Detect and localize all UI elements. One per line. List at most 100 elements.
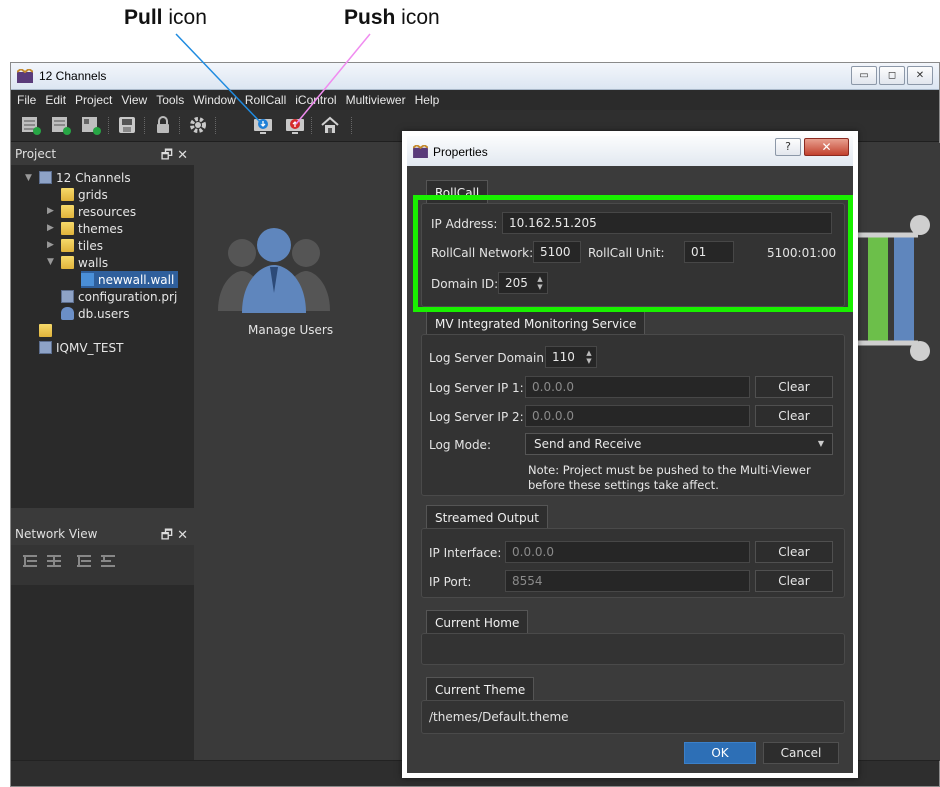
folder-icon: [61, 239, 74, 252]
menu-help[interactable]: Help: [415, 93, 440, 107]
ip-port-label: IP Port:: [429, 575, 472, 589]
config-file-icon: [61, 290, 74, 303]
tab-rollcall[interactable]: RollCall: [426, 180, 489, 204]
ip-address-field[interactable]: 10.162.51.205: [502, 212, 832, 234]
menu-icontrol[interactable]: iControl: [295, 93, 336, 107]
help-button[interactable]: ?: [775, 138, 801, 156]
folder-icon: [39, 324, 52, 337]
tree-item-db-users[interactable]: db.users: [61, 305, 129, 322]
clear-port-button[interactable]: Clear: [755, 570, 833, 592]
dialog-titlebar: Properties ? ✕: [407, 136, 853, 166]
tree-item-newwall[interactable]: newwall.wall: [81, 271, 179, 288]
log-mode-label: Log Mode:: [429, 438, 491, 452]
log-server-domain-spinbox[interactable]: 110 ▲ ▼: [545, 346, 597, 368]
network-filter-icon[interactable]: [99, 553, 117, 569]
tree-item-configuration[interactable]: configuration.prj: [61, 288, 177, 305]
close-dialog-button[interactable]: ✕: [804, 138, 849, 156]
ok-button[interactable]: OK: [684, 742, 756, 764]
clear-interface-button[interactable]: Clear: [755, 541, 833, 563]
maximize-button[interactable]: ◻: [879, 66, 905, 85]
folder-icon: [61, 256, 74, 269]
tab-streamed-output[interactable]: Streamed Output: [426, 505, 548, 529]
lock-icon[interactable]: [153, 115, 173, 135]
network-sort-icon[interactable]: [75, 553, 93, 569]
menu-file[interactable]: File: [17, 93, 36, 107]
tab-current-home[interactable]: Current Home: [426, 610, 529, 634]
chevron-down-icon: ▼: [817, 439, 824, 448]
users-icon: [61, 307, 74, 320]
tree-item-12-channels[interactable]: 12 Channels: [39, 169, 131, 186]
tree-item-tiles[interactable]: tiles: [61, 237, 103, 254]
tree-item-themes[interactable]: themes: [61, 220, 123, 237]
network-view-dock: Network View 🗗 ✕: [11, 523, 194, 761]
new-tile-icon[interactable]: [51, 115, 71, 135]
tree-item-grids[interactable]: grids: [61, 186, 108, 203]
log-mode-select[interactable]: Send and Receive ▼: [525, 433, 833, 455]
rollcall-network-field[interactable]: 5100: [533, 241, 581, 263]
log-server-ip2-field[interactable]: 0.0.0.0: [525, 405, 750, 427]
home-icon[interactable]: [320, 115, 340, 135]
menu-project[interactable]: Project: [75, 93, 112, 107]
rollcall-address-value: 5100:01:00: [767, 246, 837, 260]
project-tree: ▼ 12 Channels grids ▶ resources ▶ themes…: [11, 165, 194, 508]
menu-rollcall[interactable]: RollCall: [245, 93, 286, 107]
log-server-ip1-field[interactable]: 0.0.0.0: [525, 376, 750, 398]
project-icon: [39, 171, 52, 184]
app-icon: [413, 145, 428, 158]
close-window-button[interactable]: ✕: [907, 66, 933, 85]
menu-edit[interactable]: Edit: [45, 93, 66, 107]
tab-mv-monitoring[interactable]: MV Integrated Monitoring Service: [426, 311, 646, 335]
dialog-title: Properties: [433, 145, 488, 159]
menubar: File Edit Project View Tools Window Roll…: [11, 90, 939, 110]
project-dock-header: Project 🗗 ✕: [11, 143, 194, 165]
window-title: 12 Channels: [39, 69, 107, 83]
cancel-button[interactable]: Cancel: [763, 742, 839, 764]
settings-icon[interactable]: [188, 115, 208, 135]
manage-users-icon[interactable]: [214, 223, 334, 313]
push-icon[interactable]: [285, 115, 305, 135]
new-grid-icon[interactable]: [21, 115, 41, 135]
tree-item-walls[interactable]: walls: [61, 254, 108, 271]
tab-current-theme[interactable]: Current Theme: [426, 677, 535, 701]
menu-multiviewer[interactable]: Multiviewer: [346, 93, 406, 107]
tree-expand-icon[interactable]: [21, 553, 39, 569]
clear-ip1-button[interactable]: Clear: [755, 376, 833, 398]
minimize-button[interactable]: ▭: [851, 66, 877, 85]
project-icon: [39, 341, 52, 354]
spin-arrows-icon[interactable]: ▲ ▼: [535, 275, 545, 291]
current-home-panel: [421, 633, 845, 665]
new-wall-icon[interactable]: [81, 115, 101, 135]
pull-icon-callout: Pull icon: [124, 6, 207, 29]
tree-item-iqmv-test[interactable]: IQMV_TEST: [39, 339, 123, 356]
log-server-domain-label: Log Server Domain:: [429, 351, 549, 365]
current-theme-value: /themes/Default.theme: [429, 710, 569, 724]
spin-arrows-icon[interactable]: ▲ ▼: [584, 349, 594, 365]
network-dock-header: Network View 🗗 ✕: [11, 523, 194, 545]
log-server-ip2-label: Log Server IP 2:: [429, 410, 524, 424]
project-dock: Project 🗗 ✕ ▼ 12 Channels grids ▶ resour…: [11, 143, 194, 508]
pull-icon[interactable]: [253, 115, 273, 135]
menu-window[interactable]: Window: [193, 93, 236, 107]
wall-file-icon: [81, 273, 94, 286]
ip-port-field[interactable]: 8554: [505, 570, 750, 592]
log-server-ip1-label: Log Server IP 1:: [429, 381, 524, 395]
project-dock-title: Project: [15, 147, 57, 161]
tree-item-folder[interactable]: [39, 322, 56, 339]
domain-id-spinbox[interactable]: 205 ▲ ▼: [498, 272, 548, 294]
ip-interface-field[interactable]: 0.0.0.0: [505, 541, 750, 563]
menu-view[interactable]: View: [121, 93, 147, 107]
manage-users-label: Manage Users: [248, 323, 334, 337]
ip-interface-label: IP Interface:: [429, 546, 502, 560]
network-tree: [11, 585, 194, 761]
properties-dialog: Properties ? ✕ RollCall IP Address: 10.1…: [402, 131, 858, 778]
folder-icon: [61, 188, 74, 201]
rollcall-unit-field[interactable]: 01: [684, 241, 734, 263]
save-icon[interactable]: [117, 115, 137, 135]
tree-item-resources[interactable]: resources: [61, 203, 136, 220]
clear-ip2-button[interactable]: Clear: [755, 405, 833, 427]
menu-tools[interactable]: Tools: [156, 93, 184, 107]
tree-collapse-icon[interactable]: [45, 553, 63, 569]
network-toolbar: [11, 545, 194, 585]
rollcall-network-label: RollCall Network:: [431, 246, 534, 260]
rollcall-unit-label: RollCall Unit:: [588, 246, 665, 260]
